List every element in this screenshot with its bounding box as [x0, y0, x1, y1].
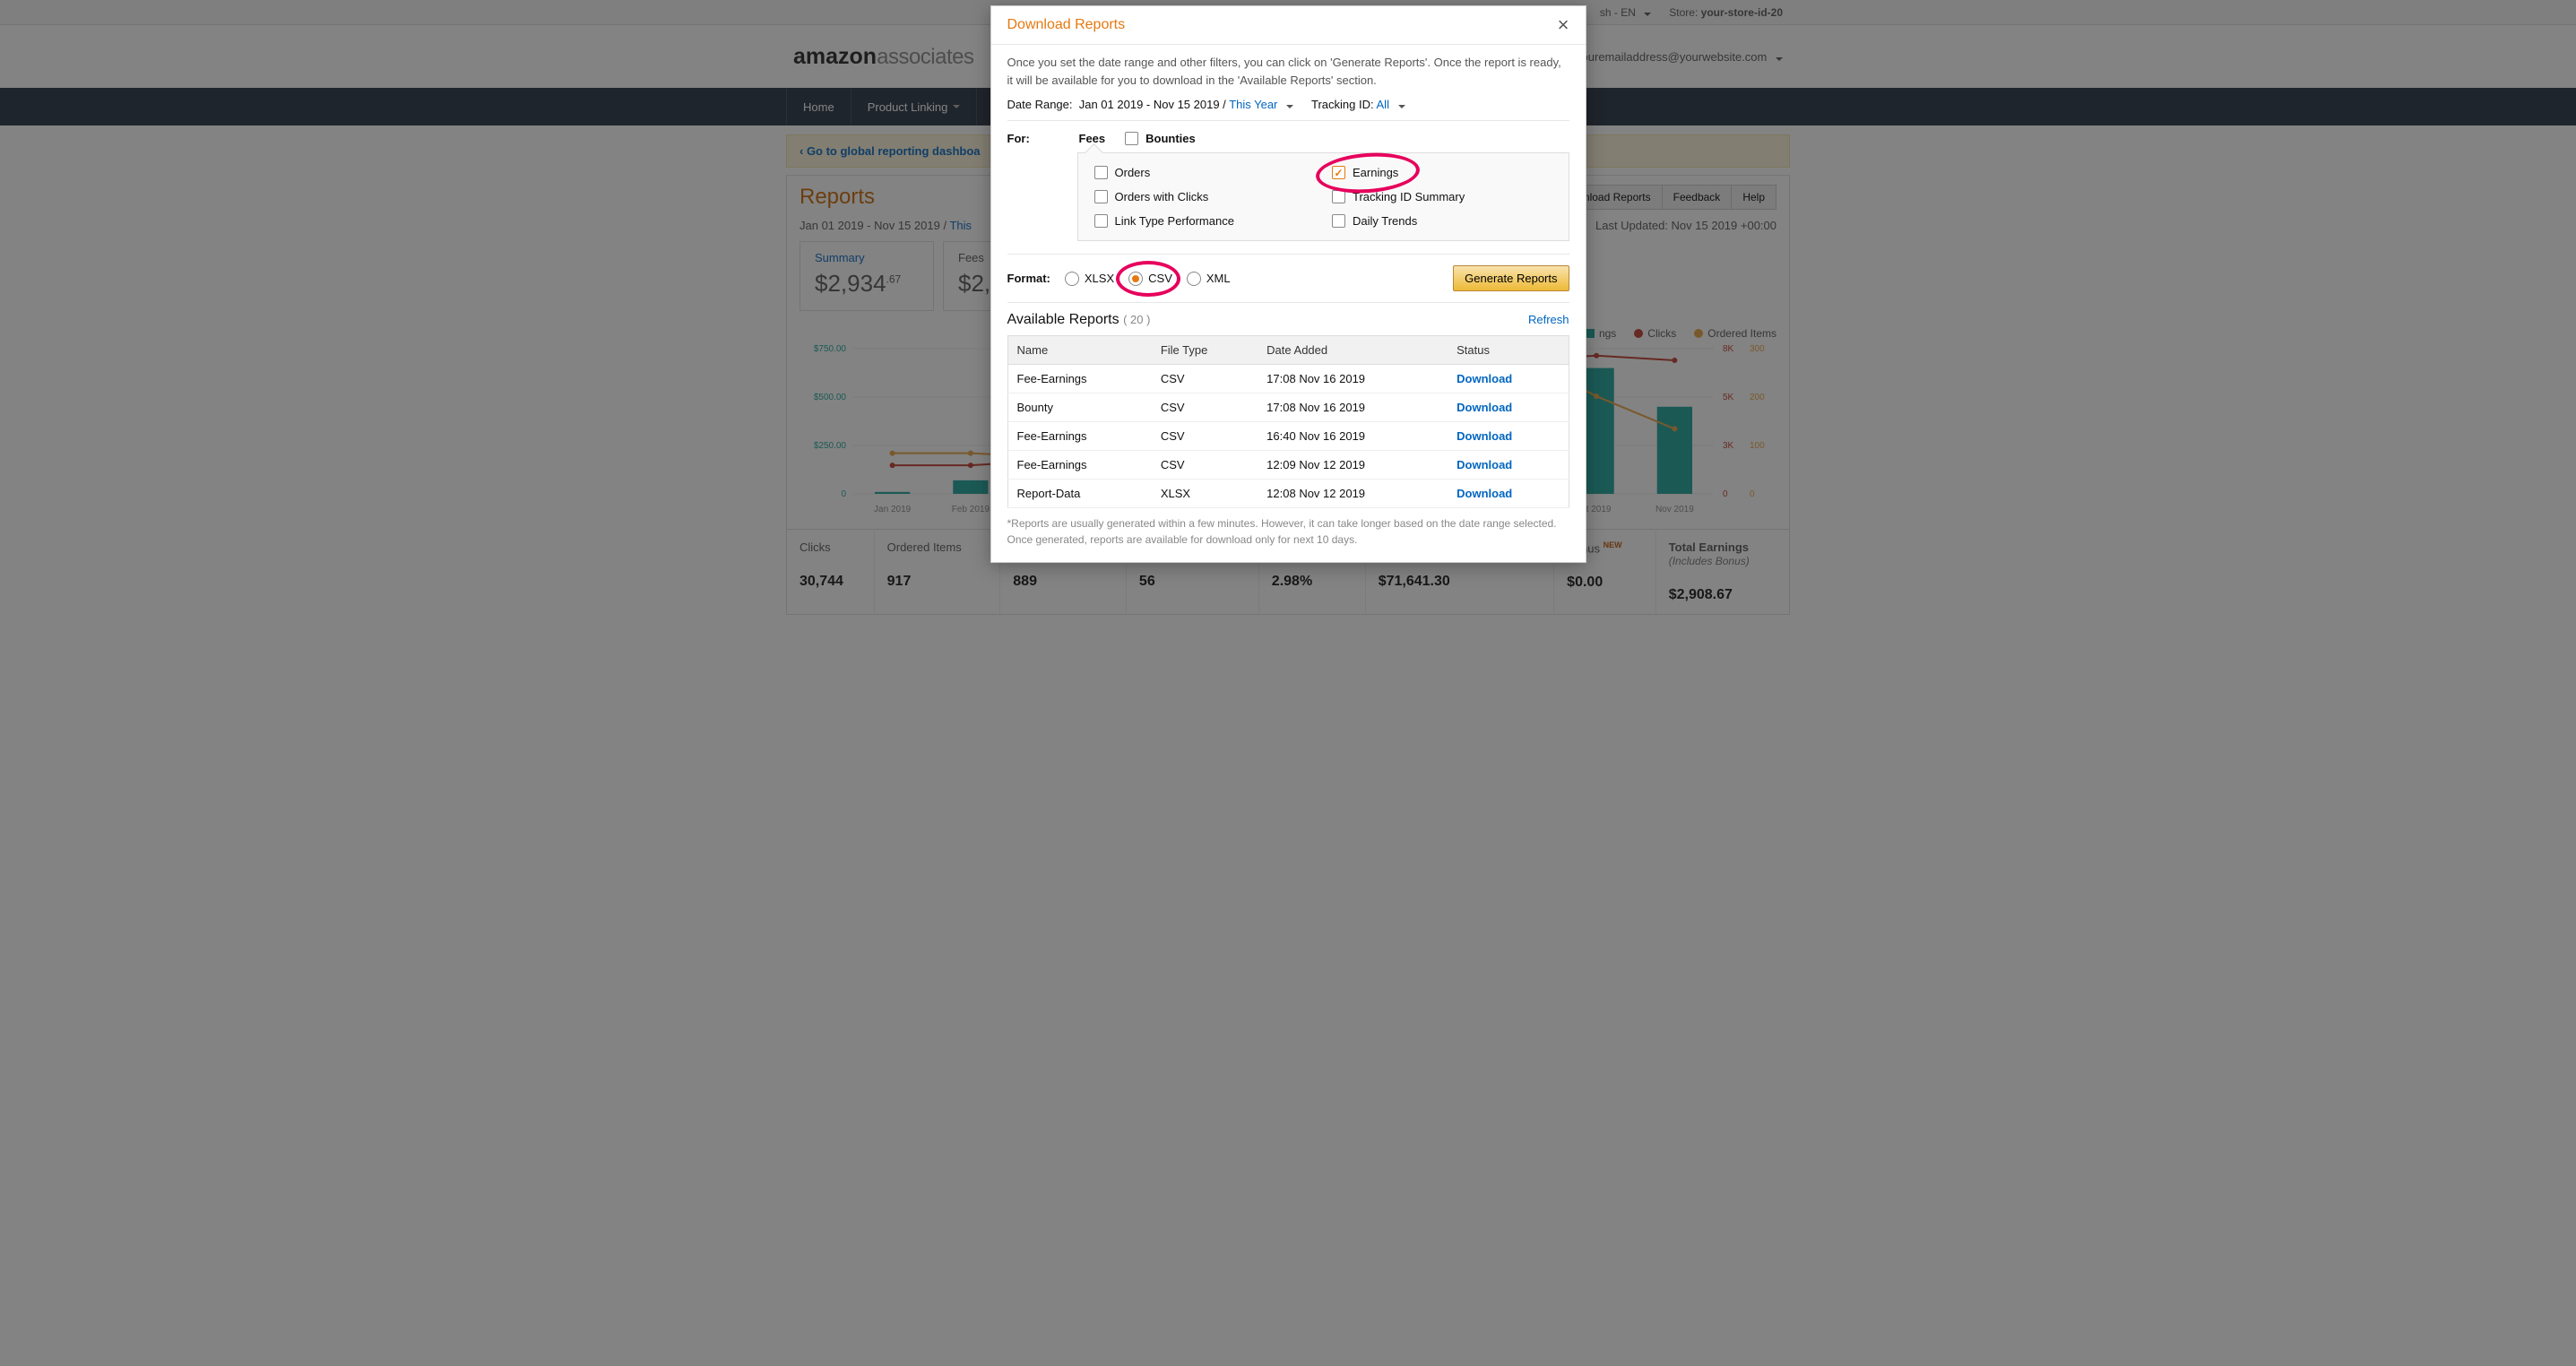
col-date: Date Added [1258, 336, 1448, 365]
format-label: Format: [1007, 272, 1050, 285]
xml-radio[interactable]: XML [1187, 272, 1231, 286]
orders-checkbox[interactable]: Orders [1094, 166, 1315, 179]
download-reports-modal: Download Reports × Once you set the date… [990, 5, 1586, 563]
reports-table: Name File Type Date Added Status Fee-Ear… [1007, 335, 1569, 508]
table-row: BountyCSV17:08 Nov 16 2019Download [1007, 393, 1569, 422]
xlsx-radio[interactable]: XLSX [1065, 272, 1114, 286]
table-row: Fee-EarningsCSV16:40 Nov 16 2019Download [1007, 422, 1569, 451]
download-link[interactable]: Download [1457, 372, 1512, 385]
col-type: File Type [1152, 336, 1258, 365]
refresh-link[interactable]: Refresh [1528, 313, 1569, 326]
modal-overlay: Download Reports × Once you set the date… [0, 0, 2576, 1366]
table-row: Fee-EarningsCSV17:08 Nov 16 2019Download [1007, 365, 1569, 393]
download-link[interactable]: Download [1457, 458, 1512, 471]
earnings-checkbox[interactable]: Earnings [1332, 166, 1552, 179]
table-row: Fee-EarningsCSV12:09 Nov 12 2019Download [1007, 451, 1569, 480]
date-range-filter[interactable]: Date Range: Jan 01 2019 - Nov 15 2019 / … [1007, 98, 1294, 111]
close-icon[interactable]: × [1558, 15, 1569, 35]
modal-description: Once you set the date range and other fi… [1007, 54, 1569, 89]
fees-tab[interactable]: Fees [1079, 132, 1106, 145]
table-row: Report-DataXLSX12:08 Nov 12 2019Download [1007, 480, 1569, 508]
available-reports-title: Available Reports ( 20 ) [1007, 312, 1151, 328]
modal-title: Download Reports [1007, 17, 1126, 33]
csv-radio[interactable]: CSV [1128, 272, 1172, 286]
generate-reports-button[interactable]: Generate Reports [1453, 265, 1569, 291]
daily-trends-checkbox[interactable]: Daily Trends [1332, 214, 1552, 228]
download-link[interactable]: Download [1457, 429, 1512, 443]
tracking-summary-checkbox[interactable]: Tracking ID Summary [1332, 190, 1552, 203]
col-status: Status [1448, 336, 1569, 365]
download-link[interactable]: Download [1457, 487, 1512, 500]
for-label: For: [1007, 132, 1043, 145]
orders-clicks-checkbox[interactable]: Orders with Clicks [1094, 190, 1315, 203]
link-type-checkbox[interactable]: Link Type Performance [1094, 214, 1315, 228]
col-name: Name [1007, 336, 1152, 365]
modal-footnote: *Reports are usually generated within a … [1007, 508, 1569, 562]
bounties-checkbox[interactable] [1125, 132, 1138, 145]
tracking-id-filter[interactable]: Tracking ID: All [1311, 98, 1405, 111]
bounties-tab[interactable]: Bounties [1125, 132, 1196, 145]
download-link[interactable]: Download [1457, 401, 1512, 414]
